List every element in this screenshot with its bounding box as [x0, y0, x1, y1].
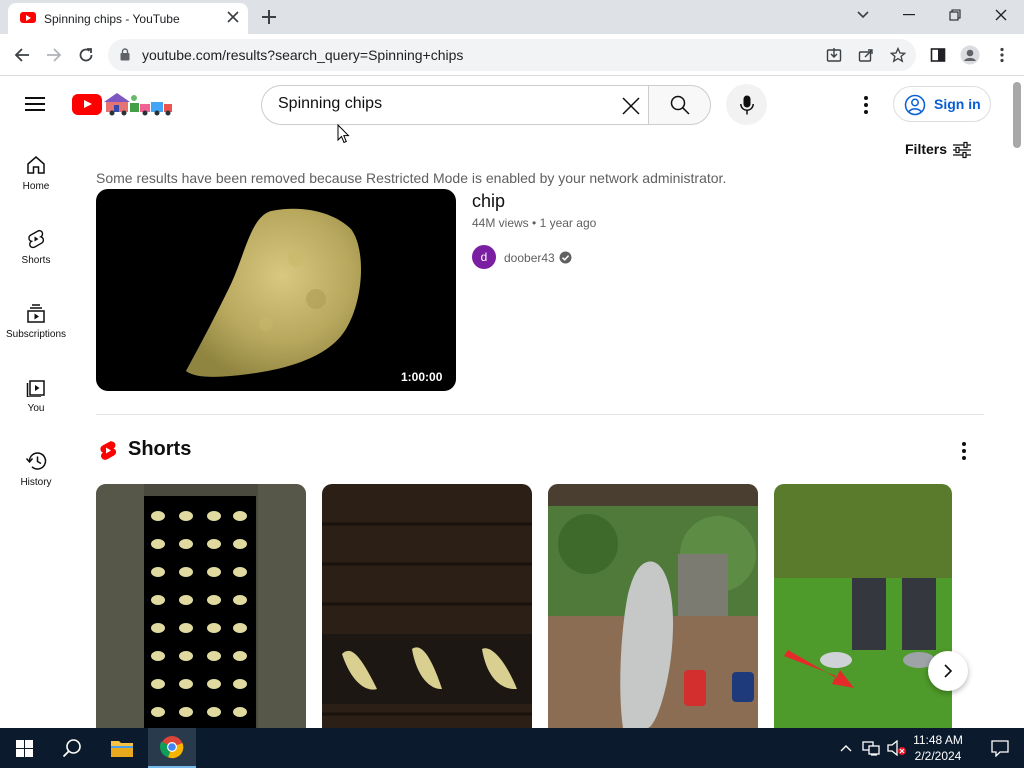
tab-search-icon[interactable] [840, 0, 886, 30]
windows-taskbar: 11:48 AM 2/2/2024 [0, 728, 1024, 768]
show-hidden-icons-icon[interactable] [834, 728, 858, 768]
scrollbar-thumb[interactable] [1013, 82, 1021, 148]
filters-icon[interactable] [952, 140, 972, 160]
youtube-favicon-icon [20, 12, 36, 23]
channel-avatar[interactable]: d [472, 245, 496, 269]
settings-menu-icon[interactable] [856, 94, 876, 116]
page-scrollbar[interactable] [1010, 76, 1024, 728]
shorts-section-title: Shorts [128, 438, 192, 460]
bookmark-star-icon[interactable] [886, 43, 910, 67]
sidebar-label-history: History [20, 477, 52, 488]
url-text: youtube.com/results?search_query=Spinnin… [142, 47, 464, 63]
notifications-icon[interactable] [976, 728, 1024, 768]
short-thumbnail-3[interactable] [548, 484, 758, 728]
chevron-right-icon [944, 664, 953, 678]
search-box [261, 85, 649, 125]
windows-start-icon[interactable] [0, 728, 48, 768]
tab-title: Spinning chips - YouTube [44, 12, 180, 26]
sidebar-item-shorts[interactable]: Shorts [0, 229, 72, 266]
chrome-taskbar-icon[interactable] [148, 728, 196, 768]
browser-toolbar: youtube.com/results?search_query=Spinnin… [0, 34, 1024, 76]
verified-badge-icon [559, 251, 572, 264]
chrome-menu-icon[interactable] [990, 43, 1014, 67]
you-icon [26, 380, 45, 397]
restore-icon[interactable] [932, 0, 978, 30]
account-icon [904, 94, 926, 116]
back-icon[interactable] [10, 43, 34, 67]
short-2-image [322, 484, 532, 728]
side-panel-icon[interactable] [926, 43, 950, 67]
clock-time: 11:48 AM [913, 733, 963, 747]
microphone-icon [739, 95, 754, 114]
home-icon [27, 156, 45, 174]
network-icon[interactable] [858, 728, 884, 768]
file-explorer-icon[interactable] [98, 728, 146, 768]
address-bar[interactable]: youtube.com/results?search_query=Spinnin… [108, 39, 916, 71]
video-age: 1 year ago [539, 216, 597, 230]
sidebar-item-subscriptions[interactable]: Subscriptions [0, 303, 72, 340]
sidebar-item-you[interactable]: You [0, 377, 72, 414]
short-thumbnail-2[interactable] [322, 484, 532, 728]
new-tab-icon[interactable] [258, 6, 280, 28]
channel-name[interactable]: doober43 [504, 251, 555, 265]
sidebar-label-subscriptions: Subscriptions [5, 329, 67, 340]
search-input[interactable] [278, 95, 608, 113]
close-window-icon[interactable] [978, 0, 1024, 30]
minimize-icon[interactable] [886, 0, 932, 30]
sidebar-label-shorts: Shorts [21, 255, 51, 266]
youtube-doodle-logo[interactable] [104, 92, 174, 116]
shorts-next-button[interactable] [928, 651, 968, 691]
video-thumbnail[interactable]: 1:00:00 [96, 189, 456, 391]
profile-avatar-icon[interactable] [958, 43, 982, 67]
youtube-logo[interactable] [72, 94, 102, 115]
lock-icon[interactable] [120, 48, 130, 61]
video-duration: 1:00:00 [401, 370, 443, 384]
share-icon[interactable] [854, 43, 878, 67]
chip-thumbnail-image [186, 208, 362, 377]
hamburger-menu-icon[interactable] [25, 95, 47, 113]
video-views: 44M views [472, 216, 529, 230]
sign-in-label: Sign in [934, 96, 981, 112]
short-thumbnail-4[interactable] [774, 484, 952, 728]
video-meta: 44M views • 1 year ago [472, 216, 596, 230]
sidebar-item-history[interactable]: History [0, 451, 72, 488]
short-1-image [96, 484, 306, 728]
clock-date: 2/2/2024 [914, 749, 962, 763]
meta-separator: • [532, 216, 540, 230]
reload-icon[interactable] [74, 43, 98, 67]
short-3-image [548, 484, 758, 728]
shorts-icon [28, 229, 45, 249]
short-4-image [774, 484, 952, 728]
filters-button[interactable]: Filters [905, 141, 947, 157]
section-divider [96, 414, 984, 415]
taskbar-clock[interactable]: 11:48 AM 2/2/2024 [900, 732, 976, 764]
clear-search-icon[interactable] [620, 95, 642, 117]
shorts-menu-icon[interactable] [954, 440, 974, 462]
close-tab-icon[interactable] [224, 8, 242, 26]
sign-in-button[interactable]: Sign in [893, 86, 991, 122]
search-button[interactable] [648, 85, 711, 125]
install-app-icon[interactable] [822, 43, 846, 67]
shorts-logo-icon [100, 441, 117, 460]
taskbar-search-icon[interactable] [48, 728, 96, 768]
sidebar-item-home[interactable]: Home [0, 155, 72, 192]
search-icon [670, 95, 690, 115]
browser-tab-strip: Spinning chips - YouTube [0, 0, 1024, 34]
video-title[interactable]: chip [472, 191, 505, 212]
forward-icon[interactable] [42, 43, 66, 67]
history-icon [25, 452, 47, 470]
sidebar-label-you: You [27, 403, 45, 414]
browser-tab[interactable]: Spinning chips - YouTube [8, 3, 248, 34]
mouse-cursor-icon [337, 124, 350, 144]
short-thumbnail-1[interactable] [96, 484, 306, 728]
voice-search-button[interactable] [726, 84, 767, 125]
restricted-mode-notice: Some results have been removed because R… [96, 170, 727, 186]
sidebar-label-home: Home [22, 181, 50, 192]
subscriptions-icon [27, 304, 45, 323]
